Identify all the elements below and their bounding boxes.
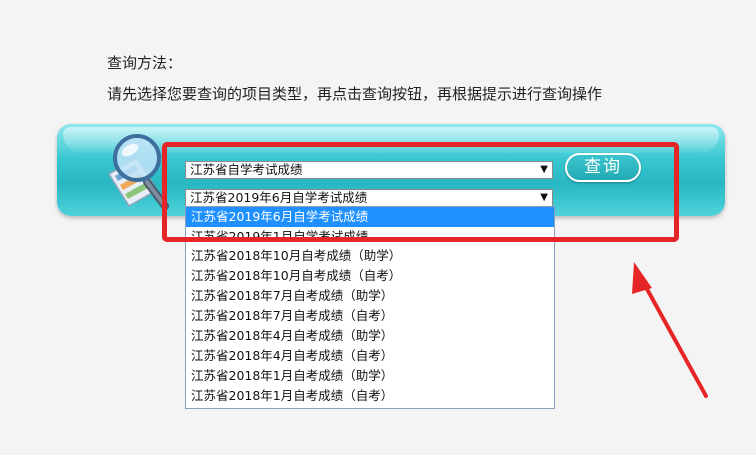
- dropdown-option[interactable]: 江苏省2018年7月自考成绩（助学）: [186, 286, 554, 306]
- dropdown-option[interactable]: 江苏省2018年1月自考成绩（助学）: [186, 366, 554, 386]
- dropdown-option[interactable]: 江苏省2018年10月自考成绩（助学）: [186, 246, 554, 266]
- dropdown-option[interactable]: 江苏省2018年1月自考成绩（自考）: [186, 386, 554, 406]
- instructions-title: 查询方法：: [107, 54, 183, 72]
- dropdown-option[interactable]: 江苏省2018年10月自考成绩（自考）: [186, 266, 554, 286]
- annotation-arrow-icon: [632, 262, 708, 398]
- annotation-highlight-box: [162, 142, 679, 242]
- dropdown-option[interactable]: 江苏省2018年4月自考成绩（自考）: [186, 346, 554, 366]
- dropdown-option[interactable]: 江苏省2018年7月自考成绩（自考）: [186, 306, 554, 326]
- dropdown-option[interactable]: 江苏省2018年4月自考成绩（助学）: [186, 326, 554, 346]
- instructions-text: 请先选择您要查询的项目类型，再点击查询按钮，再根据提示进行查询操作: [107, 85, 603, 103]
